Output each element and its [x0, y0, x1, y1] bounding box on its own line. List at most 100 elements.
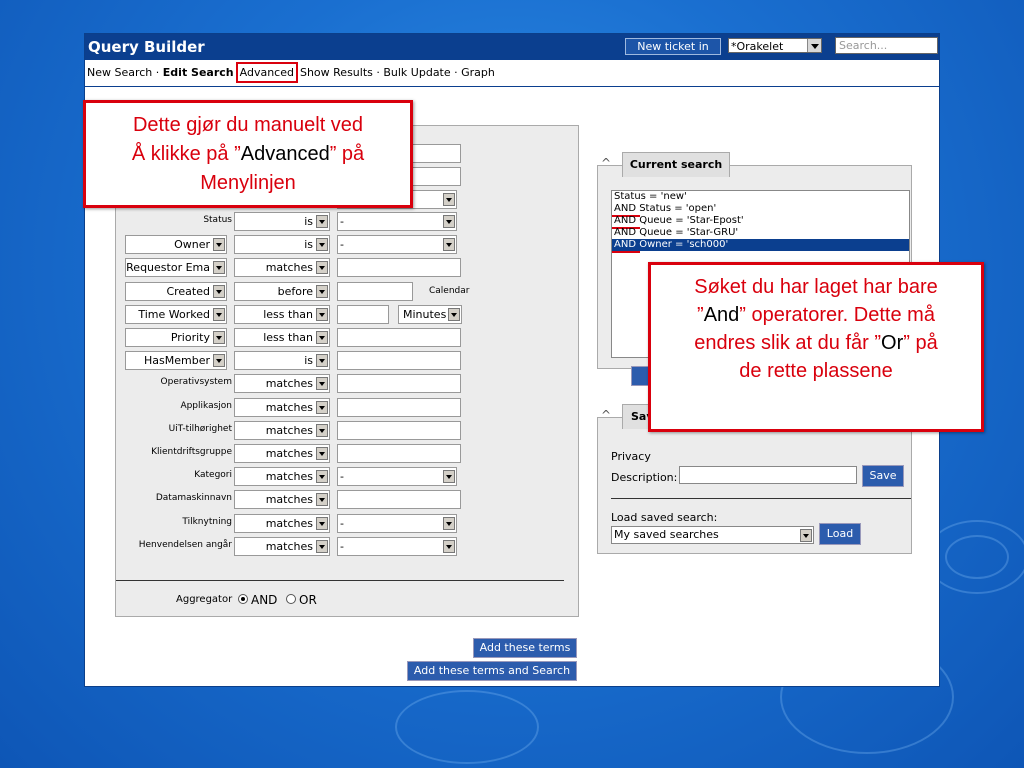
- callout-text: Å klikke på ”: [131, 143, 241, 165]
- menu-graph[interactable]: Graph: [461, 66, 495, 79]
- value-input[interactable]: [337, 444, 461, 463]
- menu-bar: New Search · Edit Search Advanced Show Res…: [85, 60, 939, 87]
- new-ticket-button[interactable]: New ticket in: [625, 38, 721, 55]
- field-select[interactable]: Requestor Ema: [125, 258, 227, 278]
- operator-select[interactable]: matches: [234, 467, 330, 487]
- criteria-row: Tilknytning matches -: [116, 513, 578, 533]
- operator-select[interactable]: matches: [234, 490, 330, 510]
- value-input[interactable]: [337, 304, 389, 324]
- operator-select[interactable]: less than: [234, 328, 330, 347]
- value-input[interactable]: [337, 397, 461, 417]
- chevron-down-icon: [316, 400, 328, 414]
- field-select-value: Owner: [174, 238, 210, 252]
- chevron-down-icon: [316, 539, 328, 553]
- operator-select[interactable]: matches: [234, 536, 330, 556]
- operator-select[interactable]: is: [234, 235, 330, 255]
- criteria-row: Created before Calendar: [116, 281, 578, 301]
- value-input[interactable]: [337, 374, 461, 394]
- menu-new-search[interactable]: New Search ·: [87, 66, 163, 79]
- field-select[interactable]: Owner: [125, 235, 227, 255]
- value-input[interactable]: [337, 490, 461, 510]
- value-select[interactable]: -: [337, 212, 457, 231]
- chevron-down-icon: [443, 470, 455, 484]
- field-select-value: Created: [166, 284, 210, 298]
- value-select[interactable]: -: [337, 536, 457, 556]
- aggregator-or-radio[interactable]: OR: [286, 593, 317, 607]
- value-select-value: -: [340, 215, 344, 228]
- operator-select-value: matches: [265, 423, 313, 437]
- criteria-row: Operativsystem matches: [116, 374, 578, 394]
- operator-select[interactable]: matches: [234, 513, 330, 533]
- operator-select[interactable]: before: [234, 281, 330, 301]
- callout-line: de rette plassene: [739, 360, 893, 382]
- operator-select[interactable]: is: [234, 212, 330, 231]
- field-label: UiT-tilhørighet: [168, 423, 232, 434]
- menu-bulk-update[interactable]: Bulk Update ·: [383, 66, 461, 79]
- operator-select-value: matches: [265, 400, 313, 414]
- operator-select-value: less than: [263, 331, 313, 344]
- field-select[interactable]: Priority: [125, 328, 227, 347]
- add-terms-button[interactable]: Add these terms: [473, 638, 577, 658]
- collapse-icon[interactable]: ^: [601, 156, 611, 170]
- value-input[interactable]: [337, 328, 461, 347]
- list-item[interactable]: AND Queue = 'Star-GRU': [612, 227, 909, 241]
- operator-select-value: matches: [265, 470, 313, 484]
- current-search-tab[interactable]: Current search: [622, 152, 730, 177]
- operator-select[interactable]: is: [234, 351, 330, 371]
- list-item[interactable]: AND Status = 'open': [612, 203, 909, 217]
- date-input[interactable]: [337, 281, 413, 301]
- value-select-value: -: [340, 238, 344, 252]
- chevron-down-icon: [316, 331, 328, 344]
- value-select[interactable]: -: [337, 467, 457, 487]
- field-select[interactable]: Created: [125, 281, 227, 301]
- chevron-down-icon: [316, 423, 328, 437]
- load-button[interactable]: Load: [819, 523, 861, 545]
- operator-select[interactable]: matches: [234, 397, 330, 417]
- description-input[interactable]: [679, 466, 857, 484]
- value-select-value: -: [340, 516, 344, 530]
- callout-text: ”: [697, 304, 704, 326]
- value-select[interactable]: -: [337, 235, 457, 255]
- aggregator-and-radio[interactable]: AND: [238, 593, 277, 607]
- unit-select[interactable]: Minutes: [398, 304, 462, 324]
- aggregator-or-label: OR: [299, 593, 317, 607]
- callout-line: ”And” operatorer. Dette må: [651, 301, 981, 329]
- field-label: Henvendelsen angår: [138, 539, 232, 550]
- criteria-row: Datamaskinnavn matches: [116, 490, 578, 510]
- chevron-down-icon: [213, 307, 225, 321]
- list-item-selected[interactable]: AND Owner = 'sch000': [612, 239, 909, 253]
- list-item[interactable]: AND Queue = 'Star-Epost': [612, 215, 909, 229]
- queue-select[interactable]: *Orakelet: [728, 38, 822, 53]
- chevron-down-icon: [443, 215, 455, 228]
- collapse-icon[interactable]: ^: [601, 408, 611, 422]
- operator-select[interactable]: matches: [234, 420, 330, 440]
- highlight-underline: [612, 251, 640, 253]
- value-input[interactable]: [337, 351, 461, 371]
- value-input[interactable]: [337, 258, 461, 278]
- menu-edit-search[interactable]: Edit Search: [163, 66, 234, 79]
- value-select[interactable]: -: [337, 513, 457, 533]
- field-select-value: Priority: [170, 331, 210, 344]
- chevron-down-icon: [443, 238, 455, 252]
- criteria-row: UiT-tilhørighet matches: [116, 420, 578, 440]
- menu-advanced[interactable]: Advanced: [235, 62, 298, 83]
- menu-show-results[interactable]: Show Results ·: [300, 66, 383, 79]
- save-button[interactable]: Save: [862, 465, 904, 487]
- operator-select[interactable]: matches: [234, 258, 330, 278]
- list-item[interactable]: Status = 'new': [612, 191, 909, 203]
- value-input[interactable]: [337, 420, 461, 440]
- search-input[interactable]: Search...: [835, 37, 938, 54]
- operator-select[interactable]: less than: [234, 304, 330, 324]
- saved-search-select[interactable]: My saved searches: [611, 526, 814, 544]
- field-select-value: HasMember: [144, 354, 210, 368]
- operator-select[interactable]: matches: [234, 374, 330, 394]
- chevron-down-icon: [316, 261, 328, 275]
- operator-select-value: before: [277, 284, 313, 298]
- field-label: Datamaskinnavn: [155, 493, 232, 504]
- field-select[interactable]: Time Worked: [125, 304, 227, 324]
- operator-select[interactable]: matches: [234, 444, 330, 463]
- divider: [611, 498, 911, 499]
- calendar-link[interactable]: Calendar: [429, 286, 469, 296]
- add-terms-and-search-button[interactable]: Add these terms and Search: [407, 661, 577, 681]
- field-select[interactable]: HasMember: [125, 351, 227, 371]
